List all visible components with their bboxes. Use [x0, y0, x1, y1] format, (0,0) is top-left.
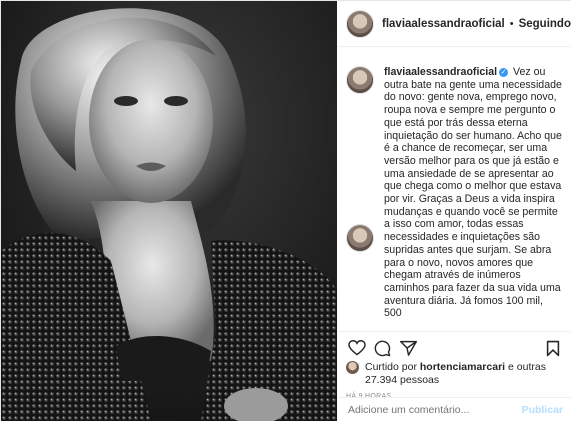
secondary-caption-avatar[interactable] — [346, 224, 374, 252]
likes-prefix: Curtido por — [365, 361, 417, 373]
post-photo[interactable] — [1, 1, 337, 421]
share-icon[interactable] — [400, 340, 417, 356]
caption-text-block: flaviaalessandraoficial ✓ Vez ou outra ba… — [384, 66, 563, 320]
publish-button[interactable]: Publicar — [522, 404, 563, 416]
separator-dot: • — [509, 17, 514, 30]
verified-badge-icon: ✓ — [499, 67, 509, 77]
header-username[interactable]: flaviaalessandraoficial — [382, 18, 505, 30]
comment-box: Publicar — [338, 397, 571, 421]
liker-avatar[interactable] — [346, 361, 359, 374]
post-sidebar: flaviaalessandraoficial • Seguindo flavi… — [338, 1, 571, 421]
caption-text: Vez ou outra bate na gente uma necessida… — [384, 66, 562, 320]
post-header: flaviaalessandraoficial • Seguindo — [338, 1, 571, 47]
likes-summary: Curtido por hortenciamarcari e outras 27… — [346, 361, 571, 387]
following-button[interactable]: Seguindo — [519, 18, 571, 30]
instagram-post: flaviaalessandraoficial • Seguindo flavi… — [0, 0, 571, 421]
caption-comment: flaviaalessandraoficial ✓ Vez ou outra ba… — [338, 48, 571, 320]
avatar[interactable] — [346, 9, 374, 38]
comment-input[interactable] — [346, 402, 522, 417]
heart-icon[interactable] — [348, 340, 366, 356]
likes-text: Curtido por hortenciamarcari e outras 27… — [365, 361, 571, 387]
caption-scroll-area[interactable]: flaviaalessandraoficial ✓ Vez ou outra ba… — [338, 48, 571, 328]
action-bar — [338, 331, 571, 362]
portrait-photo — [1, 1, 337, 421]
bookmark-icon[interactable] — [546, 340, 560, 357]
liker-username[interactable]: hortenciamarcari — [420, 361, 505, 373]
caption-username[interactable]: flaviaalessandraoficial — [384, 66, 497, 78]
caption-avatar[interactable] — [346, 66, 374, 94]
comment-icon[interactable] — [374, 340, 391, 357]
